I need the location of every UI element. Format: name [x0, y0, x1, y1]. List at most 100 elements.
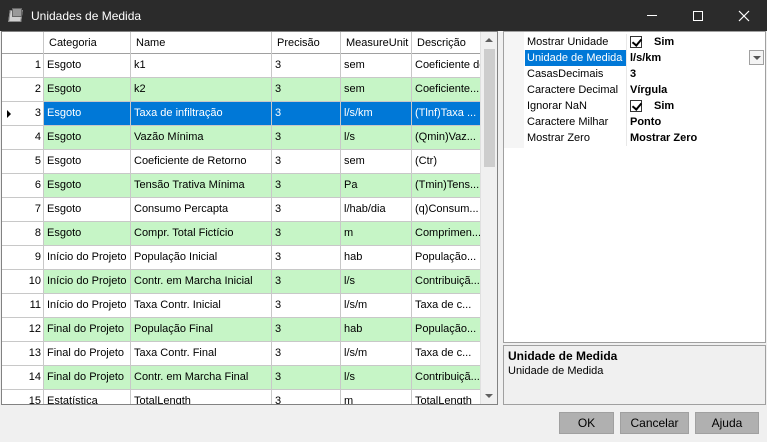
cell-categoria[interactable]: Esgoto: [44, 54, 131, 77]
cell-descricao[interactable]: População...: [412, 318, 482, 341]
property-label[interactable]: Caractere Decimal: [504, 82, 627, 98]
cell-categoria[interactable]: Esgoto: [44, 78, 131, 101]
row-number[interactable]: 9: [2, 246, 44, 269]
table-row[interactable]: 11 Início do Projeto Taxa Contr. Inicial 3 l…: [2, 294, 482, 318]
scroll-down-icon[interactable]: [485, 394, 493, 398]
property-row[interactable]: Unidade de Medida l/s/km: [504, 50, 766, 66]
cell-descricao[interactable]: (q)Consum...: [412, 198, 482, 221]
row-number[interactable]: 4: [2, 126, 44, 149]
cancel-button[interactable]: Cancelar: [620, 412, 689, 434]
cell-descricao[interactable]: Taxa de c...: [412, 342, 482, 365]
cell-categoria[interactable]: Esgoto: [44, 126, 131, 149]
cell-precisao[interactable]: 3: [272, 78, 341, 101]
cell-name[interactable]: Contr. em Marcha Inicial: [131, 270, 272, 293]
row-number[interactable]: 10: [2, 270, 44, 293]
cell-name[interactable]: k1: [131, 54, 272, 77]
cell-measureunit[interactable]: m: [341, 222, 412, 245]
property-label[interactable]: CasasDecimais: [504, 66, 627, 82]
cell-descricao[interactable]: Comprimen...: [412, 222, 482, 245]
cell-precisao[interactable]: 3: [272, 54, 341, 77]
property-label[interactable]: Ignorar NaN: [504, 98, 627, 114]
column-header-name[interactable]: Name: [131, 32, 272, 54]
cell-measureunit[interactable]: l/s: [341, 270, 412, 293]
cell-categoria[interactable]: Esgoto: [44, 174, 131, 197]
column-header-categoria[interactable]: Categoria: [44, 32, 131, 54]
row-number[interactable]: 1: [2, 54, 44, 77]
row-number[interactable]: 15: [2, 390, 44, 404]
table-row[interactable]: 4 Esgoto Vazão Mínima 3 l/s (Qmin)Vaz...: [2, 126, 482, 150]
table-row[interactable]: 10 Início do Projeto Contr. em Marcha Inic…: [2, 270, 482, 294]
table-row[interactable]: 15 Estatística TotalLength 3 m TotalLength: [2, 390, 482, 404]
cell-precisao[interactable]: 3: [272, 222, 341, 245]
row-number[interactable]: 14: [2, 366, 44, 389]
checkbox-checked-icon[interactable]: [630, 36, 642, 48]
table-row[interactable]: 8 Esgoto Compr. Total Fictício 3 m Comprimen.…: [2, 222, 482, 246]
maximize-button[interactable]: [675, 0, 721, 31]
cell-measureunit[interactable]: sem: [341, 54, 412, 77]
cell-name[interactable]: Vazão Mínima: [131, 126, 272, 149]
cell-categoria[interactable]: Esgoto: [44, 150, 131, 173]
cell-precisao[interactable]: 3: [272, 246, 341, 269]
cell-descricao[interactable]: TotalLength: [412, 390, 482, 404]
cell-measureunit[interactable]: l/hab/dia: [341, 198, 412, 221]
table-row[interactable]: 14 Final do Projeto Contr. em Marcha Final…: [2, 366, 482, 390]
property-value[interactable]: Sim: [627, 98, 766, 114]
row-number[interactable]: 6: [2, 174, 44, 197]
cell-name[interactable]: Compr. Total Fictício: [131, 222, 272, 245]
cell-precisao[interactable]: 3: [272, 318, 341, 341]
grid-vertical-scrollbar[interactable]: [480, 32, 497, 404]
cell-name[interactable]: Consumo Percapta: [131, 198, 272, 221]
property-label[interactable]: Mostrar Unidade: [504, 34, 627, 50]
property-row[interactable]: Mostrar Unidade Sim: [504, 34, 766, 50]
cell-categoria[interactable]: Esgoto: [44, 198, 131, 221]
cell-descricao[interactable]: Coeficiente...: [412, 78, 482, 101]
property-row[interactable]: Mostrar Zero Mostrar Zero: [504, 130, 766, 146]
table-row[interactable]: 13 Final do Projeto Taxa Contr. Final 3 l/s/…: [2, 342, 482, 366]
cell-descricao[interactable]: (Ctr): [412, 150, 482, 173]
dropdown-arrow-icon[interactable]: [749, 50, 764, 65]
cell-descricao[interactable]: (Tmin)Tens...: [412, 174, 482, 197]
property-grid[interactable]: Mostrar Unidade Sim Unidade de Medida l/s/k…: [503, 31, 766, 343]
row-number[interactable]: 5: [2, 150, 44, 173]
table-row[interactable]: 2 Esgoto k2 3 sem Coeficiente...: [2, 78, 482, 102]
column-header-descricao[interactable]: Descrição: [412, 32, 482, 54]
table-row[interactable]: 7 Esgoto Consumo Percapta 3 l/hab/dia (q)Cons…: [2, 198, 482, 222]
cell-measureunit[interactable]: m: [341, 390, 412, 404]
cell-precisao[interactable]: 3: [272, 294, 341, 317]
table-row[interactable]: 5 Esgoto Coeficiente de Retorno 3 sem (Ctr): [2, 150, 482, 174]
scroll-thumb[interactable]: [484, 49, 495, 167]
row-number[interactable]: 12: [2, 318, 44, 341]
table-row[interactable]: 3 Esgoto Taxa de infiltração 3 l/s/km (Tlnf)T…: [2, 102, 482, 126]
cell-precisao[interactable]: 3: [272, 174, 341, 197]
cell-measureunit[interactable]: l/s/m: [341, 342, 412, 365]
checkbox-checked-icon[interactable]: [630, 100, 642, 112]
cell-categoria[interactable]: Estatística: [44, 390, 131, 404]
table-row[interactable]: 12 Final do Projeto População Final 3 hab Pop…: [2, 318, 482, 342]
cell-categoria[interactable]: Final do Projeto: [44, 318, 131, 341]
ok-button[interactable]: OK: [559, 412, 614, 434]
cell-precisao[interactable]: 3: [272, 366, 341, 389]
cell-name[interactable]: População Final: [131, 318, 272, 341]
cell-categoria[interactable]: Esgoto: [44, 222, 131, 245]
cell-precisao[interactable]: 3: [272, 102, 341, 125]
cell-categoria[interactable]: Final do Projeto: [44, 366, 131, 389]
cell-precisao[interactable]: 3: [272, 342, 341, 365]
cell-measureunit[interactable]: l/s: [341, 126, 412, 149]
column-header-measureunit[interactable]: MeasureUnit: [341, 32, 412, 54]
help-button[interactable]: Ajuda: [695, 412, 759, 434]
property-value[interactable]: Ponto: [627, 114, 766, 130]
cell-descricao[interactable]: População...: [412, 246, 482, 269]
cell-descricao[interactable]: Taxa de c...: [412, 294, 482, 317]
property-row[interactable]: Ignorar NaN Sim: [504, 98, 766, 114]
row-number[interactable]: 2: [2, 78, 44, 101]
property-label[interactable]: Unidade de Medida: [525, 50, 627, 66]
cell-name[interactable]: Contr. em Marcha Final: [131, 366, 272, 389]
cell-measureunit[interactable]: l/s/m: [341, 294, 412, 317]
close-button[interactable]: [721, 0, 767, 31]
table-row[interactable]: 9 Início do Projeto População Inicial 3 hab P…: [2, 246, 482, 270]
property-value[interactable]: Vírgula: [627, 82, 766, 98]
cell-descricao[interactable]: Contribuiçã...: [412, 366, 482, 389]
cell-categoria[interactable]: Esgoto: [44, 102, 131, 125]
scroll-up-icon[interactable]: [485, 38, 493, 42]
cell-descricao[interactable]: Coeficiente de...: [412, 54, 482, 77]
